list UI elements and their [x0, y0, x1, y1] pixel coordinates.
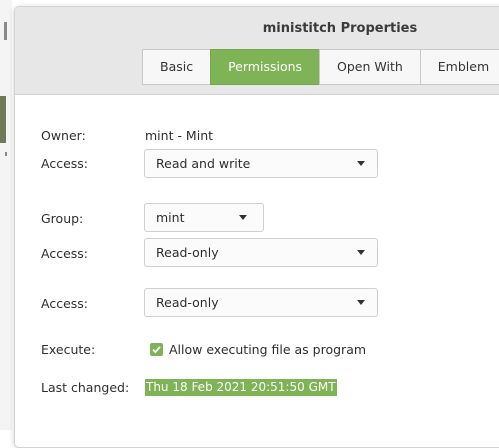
others-access-dropdown[interactable]: Read-only	[144, 288, 378, 317]
owner-access-value: Read and write	[156, 156, 251, 171]
tab-emblems[interactable]: Emblem	[419, 49, 499, 85]
titlebar[interactable]: ministitch Properties Basic Permissions …	[15, 7, 499, 95]
background-panel	[0, 96, 6, 143]
last-changed-label: Last changed:	[41, 380, 130, 395]
background-divider	[4, 22, 7, 40]
group-access-value: Read-only	[156, 245, 219, 260]
owner-label: Owner:	[41, 128, 86, 143]
chevron-down-icon	[239, 215, 247, 220]
execute-checkbox-label[interactable]: Allow executing file as program	[169, 342, 366, 357]
background-mark	[5, 152, 7, 156]
group-access-label: Access:	[41, 246, 89, 261]
others-access-label: Access:	[41, 296, 89, 311]
checkmark-icon	[152, 346, 161, 354]
background-window-edge	[0, 0, 12, 430]
execute-checkbox[interactable]	[150, 343, 163, 356]
permissions-panel: Owner: mint - Mint Access: Read and writ…	[15, 95, 499, 447]
last-changed-value: Thu 18 Feb 2021 20:51:50 GMT	[145, 379, 337, 396]
tab-basic[interactable]: Basic	[142, 49, 212, 85]
execute-label: Execute:	[41, 342, 96, 357]
chevron-down-icon	[357, 300, 365, 305]
owner-access-label: Access:	[41, 156, 89, 171]
properties-window: ministitch Properties Basic Permissions …	[14, 6, 499, 448]
group-access-dropdown[interactable]: Read-only	[144, 238, 378, 267]
owner-value: mint - Mint	[145, 128, 214, 143]
tab-bar: Basic Permissions Open With Emblem	[142, 49, 499, 85]
group-label: Group:	[41, 211, 84, 226]
group-value: mint	[156, 210, 185, 225]
window-title: ministitch Properties	[262, 21, 418, 36]
chevron-down-icon	[357, 250, 365, 255]
tab-permissions[interactable]: Permissions	[210, 49, 321, 85]
tab-open-with[interactable]: Open With	[319, 49, 421, 85]
group-dropdown[interactable]: mint	[144, 203, 264, 232]
others-access-value: Read-only	[156, 295, 219, 310]
chevron-down-icon	[357, 161, 365, 166]
owner-access-dropdown[interactable]: Read and write	[144, 149, 378, 178]
